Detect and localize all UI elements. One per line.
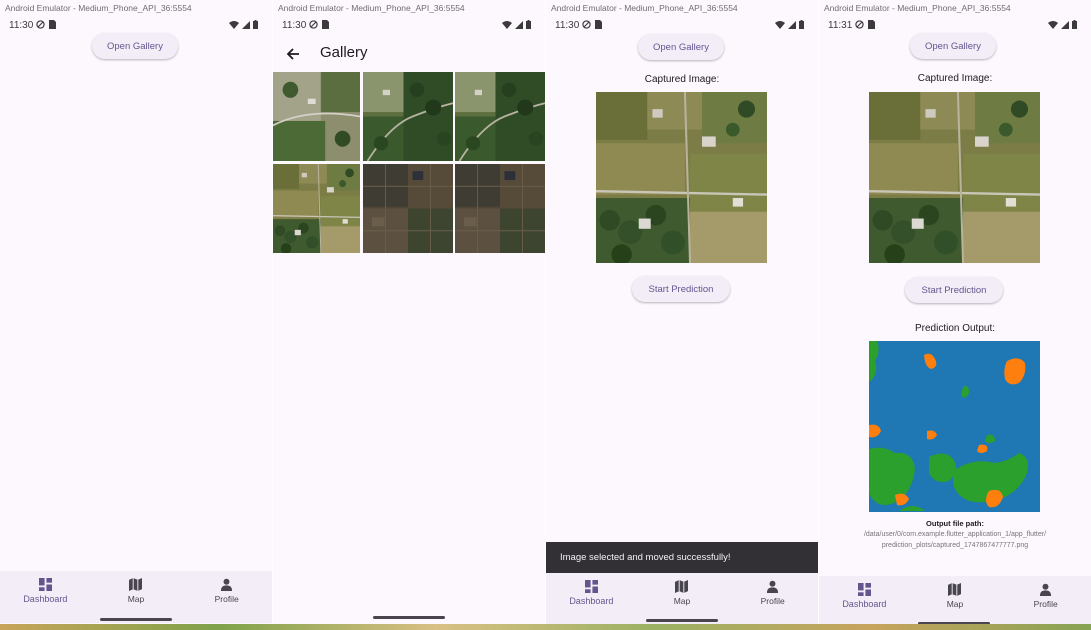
captured-aerial-image	[869, 92, 1040, 263]
nav-item-map[interactable]: Map	[910, 576, 1001, 627]
captured-image-label: Captured Image:	[644, 74, 720, 85]
person-icon	[1040, 583, 1052, 596]
nav-item-dashboard[interactable]: Dashboard	[0, 571, 91, 623]
dashboard-icon	[857, 583, 871, 596]
dashboard-icon	[584, 580, 598, 593]
wifi-icon	[502, 20, 512, 29]
output-path-value: /data/user/0/com.example.flutter_applica…	[863, 531, 1047, 549]
nav-item-dashboard[interactable]: Dashboard	[819, 576, 910, 627]
wifi-icon	[1048, 20, 1058, 29]
nav-item-profile[interactable]: Profile	[727, 573, 818, 625]
signal-icon	[515, 20, 523, 29]
status-time: 11:30	[282, 20, 307, 31]
gallery-thumbnail[interactable]	[363, 72, 453, 161]
battery-icon	[526, 20, 531, 29]
battery-icon	[1072, 20, 1077, 29]
emulator-window-title: Android Emulator - Medium_Phone_API_36:5…	[273, 0, 545, 16]
do-not-disturb-icon	[36, 20, 45, 29]
signal-icon	[788, 20, 796, 29]
nav-label-profile: Profile	[214, 594, 239, 604]
status-time: 11:31	[828, 20, 853, 31]
battery-icon	[799, 20, 804, 29]
nav-label-map: Map	[127, 594, 145, 604]
bottom-navigation-bar: Dashboard Map Profile	[819, 576, 1091, 627]
emulator-screens: Android Emulator - Medium_Phone_API_36:5…	[0, 0, 1091, 630]
home-indicator[interactable]	[373, 616, 445, 619]
map-icon	[129, 578, 143, 591]
phone-screen-gallery: Android Emulator - Medium_Phone_API_36:5…	[273, 0, 545, 627]
captured-image-label: Captured Image:	[917, 73, 993, 84]
open-gallery-button[interactable]: Open Gallery	[910, 33, 996, 59]
sim-card-icon	[49, 20, 56, 29]
emulator-window-title: Android Emulator - Medium_Phone_API_36:5…	[819, 0, 1091, 16]
nav-label-map: Map	[946, 599, 964, 609]
nav-item-map[interactable]: Map	[91, 571, 182, 623]
nav-label-dashboard: Dashboard	[569, 596, 614, 606]
sim-card-icon	[595, 20, 602, 29]
prediction-output-label: Prediction Output:	[914, 323, 996, 334]
bottom-navigation-bar: Dashboard Map Profile	[0, 571, 272, 623]
desktop-background-strip	[0, 624, 1091, 630]
snackbar-message: Image selected and moved successfully!	[560, 552, 731, 563]
nav-label-dashboard: Dashboard	[842, 599, 887, 609]
sim-card-icon	[868, 20, 875, 29]
phone-screen-dashboard-initial: Android Emulator - Medium_Phone_API_36:5…	[0, 0, 272, 627]
sim-card-icon	[322, 20, 329, 29]
dashboard-icon	[38, 578, 52, 591]
prediction-mask-image	[869, 341, 1040, 512]
nav-item-map[interactable]: Map	[637, 573, 728, 625]
gallery-thumbnail[interactable]	[455, 72, 545, 161]
gallery-thumbnail[interactable]	[273, 164, 360, 253]
map-icon	[948, 583, 962, 596]
signal-icon	[1061, 20, 1069, 29]
nav-item-dashboard[interactable]: Dashboard	[546, 573, 637, 625]
start-prediction-button[interactable]: Start Prediction	[905, 277, 1003, 303]
bottom-navigation-bar: Dashboard Map Profile	[546, 573, 818, 625]
phone-screen-prediction: Android Emulator - Medium_Phone_API_36:5…	[819, 0, 1091, 627]
emulator-window-title: Android Emulator - Medium_Phone_API_36:5…	[546, 0, 818, 16]
start-prediction-button[interactable]: Start Prediction	[632, 276, 730, 302]
snackbar: Image selected and moved successfully!	[546, 542, 818, 573]
do-not-disturb-icon	[582, 20, 591, 29]
nav-label-map: Map	[673, 596, 691, 606]
person-icon	[221, 578, 233, 591]
home-indicator[interactable]	[100, 618, 172, 621]
output-path-label: Output file path:	[926, 519, 984, 528]
gallery-thumbnail[interactable]	[273, 72, 360, 161]
battery-icon	[253, 20, 258, 29]
arrow-back-icon[interactable]	[283, 44, 303, 64]
map-icon	[675, 580, 689, 593]
nav-item-profile[interactable]: Profile	[1000, 576, 1091, 627]
gallery-app-bar: Gallery	[273, 36, 545, 72]
nav-item-profile[interactable]: Profile	[181, 571, 272, 623]
wifi-icon	[775, 20, 785, 29]
nav-label-dashboard: Dashboard	[23, 594, 68, 604]
do-not-disturb-icon	[855, 20, 864, 29]
wifi-icon	[229, 20, 239, 29]
status-bar: 11:30	[546, 16, 818, 36]
open-gallery-button[interactable]: Open Gallery	[92, 33, 178, 59]
status-time: 11:30	[555, 20, 580, 31]
home-indicator[interactable]	[646, 619, 718, 622]
gallery-thumbnail[interactable]	[363, 164, 453, 253]
phone-screen-captured: Android Emulator - Medium_Phone_API_36:5…	[546, 0, 818, 627]
person-icon	[767, 580, 779, 593]
gallery-thumbnail[interactable]	[455, 164, 545, 253]
captured-aerial-image	[596, 92, 767, 263]
nav-label-profile: Profile	[1033, 599, 1058, 609]
do-not-disturb-icon	[309, 20, 318, 29]
nav-label-profile: Profile	[760, 596, 785, 606]
emulator-window-title: Android Emulator - Medium_Phone_API_36:5…	[0, 0, 272, 16]
signal-icon	[242, 20, 250, 29]
status-bar: 11:30	[273, 16, 545, 36]
status-time: 11:30	[9, 20, 34, 31]
open-gallery-button[interactable]: Open Gallery	[638, 34, 724, 60]
gallery-title: Gallery	[320, 44, 368, 61]
